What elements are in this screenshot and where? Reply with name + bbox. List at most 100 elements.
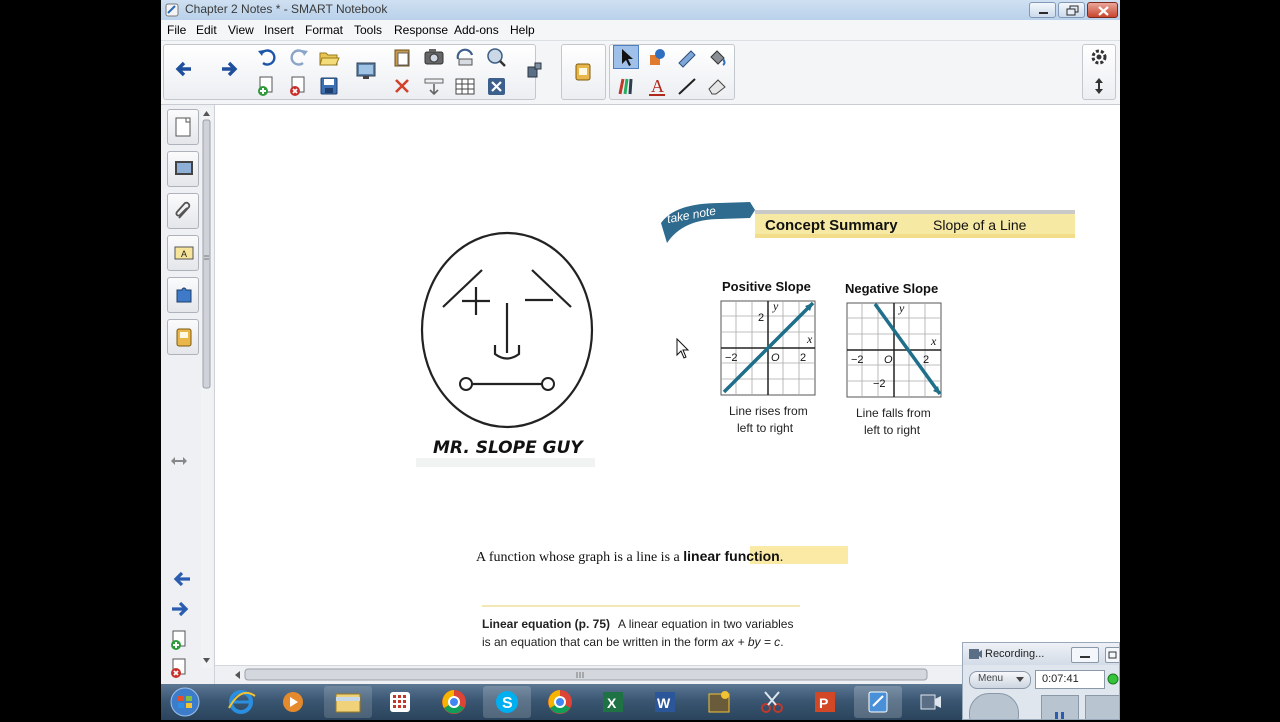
recording-indicator-icon (1107, 673, 1119, 685)
resize-handle-icon[interactable] (170, 455, 188, 467)
svg-text:A: A (181, 249, 187, 259)
taskbar-powerpoint[interactable]: P (801, 686, 849, 718)
recorder-pause-button[interactable] (1041, 695, 1079, 719)
recorder-record-button[interactable] (969, 693, 1019, 719)
move-toolbar-button[interactable] (1086, 74, 1112, 98)
internet-explorer-icon (228, 690, 256, 714)
undo-icon (258, 49, 276, 66)
puzzle-icon (176, 287, 192, 303)
chrome-alt-icon (548, 690, 572, 714)
recorder-widget: Recording... Menu 0:07:41 (962, 642, 1120, 720)
magic-pen-button[interactable] (674, 45, 700, 69)
menu-response[interactable]: Response (394, 23, 448, 37)
taskbar-notebook-tool[interactable] (695, 686, 743, 718)
menu-add-ons[interactable]: Add-ons (454, 23, 499, 37)
menu-edit[interactable]: Edit (196, 23, 217, 37)
recorder-restore-icon (1108, 651, 1117, 659)
recorder-restore-button[interactable] (1105, 647, 1119, 663)
recorder-menu-button[interactable]: Menu (969, 671, 1031, 689)
rotate-button[interactable] (452, 45, 478, 69)
menu-insert[interactable]: Insert (264, 23, 294, 37)
attachments-tab[interactable] (167, 193, 199, 229)
menu-tools[interactable]: Tools (354, 23, 382, 37)
media-player-icon (283, 692, 303, 712)
display-screen-button[interactable] (353, 59, 379, 83)
positive-caption-line2: left to right (737, 421, 794, 435)
sidebar-add-page-icon[interactable] (169, 629, 191, 651)
properties-button[interactable] (1086, 45, 1112, 69)
taskbar-snipping-tool[interactable] (748, 686, 796, 718)
next-page-arrow-icon[interactable] (168, 599, 194, 619)
side-panel-scrollbar[interactable] (201, 108, 212, 668)
insert-table-button[interactable] (452, 74, 478, 98)
response-tab[interactable] (167, 319, 199, 355)
screen-capture-button[interactable] (421, 45, 447, 69)
negative-slope-graph (846, 302, 942, 398)
document-camera-button[interactable] (521, 59, 547, 83)
gallery-tab[interactable] (167, 151, 199, 187)
redo-button[interactable] (286, 45, 312, 69)
close-box-icon (488, 78, 505, 95)
taskbar-smart-notebook[interactable] (854, 686, 902, 718)
maximize-button[interactable] (1058, 2, 1085, 18)
taskbar-excel[interactable]: X (589, 686, 637, 718)
minimize-button[interactable] (1029, 2, 1056, 18)
open-button[interactable] (316, 45, 342, 69)
windows-start-orb-icon (170, 687, 200, 717)
pens-icon (618, 78, 633, 95)
select-tool-button[interactable] (613, 45, 639, 69)
menu-view[interactable]: View (228, 23, 254, 37)
whiteboard-page[interactable]: MR. SLOPE GUY take note Concept Summary … (215, 105, 1120, 665)
menu-help[interactable]: Help (510, 23, 535, 37)
properties-icon: A (174, 246, 194, 260)
page-sorter-tab[interactable] (167, 109, 199, 145)
screen-shade-button[interactable] (421, 74, 447, 98)
forward-button[interactable] (216, 57, 242, 81)
recorder-stop-button[interactable] (1085, 695, 1119, 719)
start-button[interactable] (163, 686, 207, 718)
taskbar-chrome[interactable] (430, 686, 478, 718)
menu-file[interactable]: File (167, 23, 186, 37)
recorder-status: Recording... (985, 648, 1045, 660)
taskbar-skype[interactable]: S (483, 686, 531, 718)
pens-tool-button[interactable] (613, 74, 639, 98)
undo-button[interactable] (254, 45, 280, 69)
taskbar-recorder[interactable] (907, 686, 955, 718)
add-page-button[interactable] (254, 74, 280, 98)
camera-icon (424, 49, 444, 65)
close-button[interactable] (1087, 2, 1118, 18)
smart-notebook-taskbar-icon (868, 691, 888, 713)
sidebar-delete-page-icon[interactable] (169, 657, 191, 679)
menu-format[interactable]: Format (305, 23, 343, 37)
rotate-icon (456, 48, 474, 66)
arrow-right-icon (222, 61, 238, 77)
screen-shade-icon (424, 78, 444, 96)
paste-button[interactable] (389, 45, 415, 69)
shapes-tool-button[interactable] (644, 45, 670, 69)
delete-button[interactable] (389, 74, 415, 98)
line-tool-button[interactable] (674, 74, 700, 98)
text-tool-button[interactable]: A (644, 74, 670, 98)
taskbar-explorer[interactable] (324, 686, 372, 718)
line-icon (678, 78, 696, 95)
fill-bucket-icon (710, 50, 726, 66)
fill-tool-button[interactable] (704, 45, 730, 69)
taskbar-apps[interactable] (376, 686, 424, 718)
close-tool-button[interactable] (483, 74, 509, 98)
taskbar-media-player[interactable] (269, 686, 317, 718)
save-button[interactable] (316, 74, 342, 98)
properties-tab[interactable]: A (167, 235, 199, 271)
back-button[interactable] (171, 57, 197, 81)
taskbar-chrome-2[interactable] (536, 686, 584, 718)
eraser-tool-button[interactable] (704, 74, 730, 98)
response-button[interactable] (570, 59, 596, 83)
previous-page-arrow-icon[interactable] (168, 569, 194, 589)
zoom-button[interactable] (483, 45, 509, 69)
delete-page-button[interactable] (286, 74, 312, 98)
taskbar-word[interactable]: W (641, 686, 689, 718)
recorder-icon (920, 694, 941, 710)
taskbar-internet-explorer[interactable] (217, 686, 265, 718)
add-ons-tab[interactable] (167, 277, 199, 313)
recorder-minimize-button[interactable] (1071, 647, 1099, 663)
folder-icon (335, 693, 361, 713)
